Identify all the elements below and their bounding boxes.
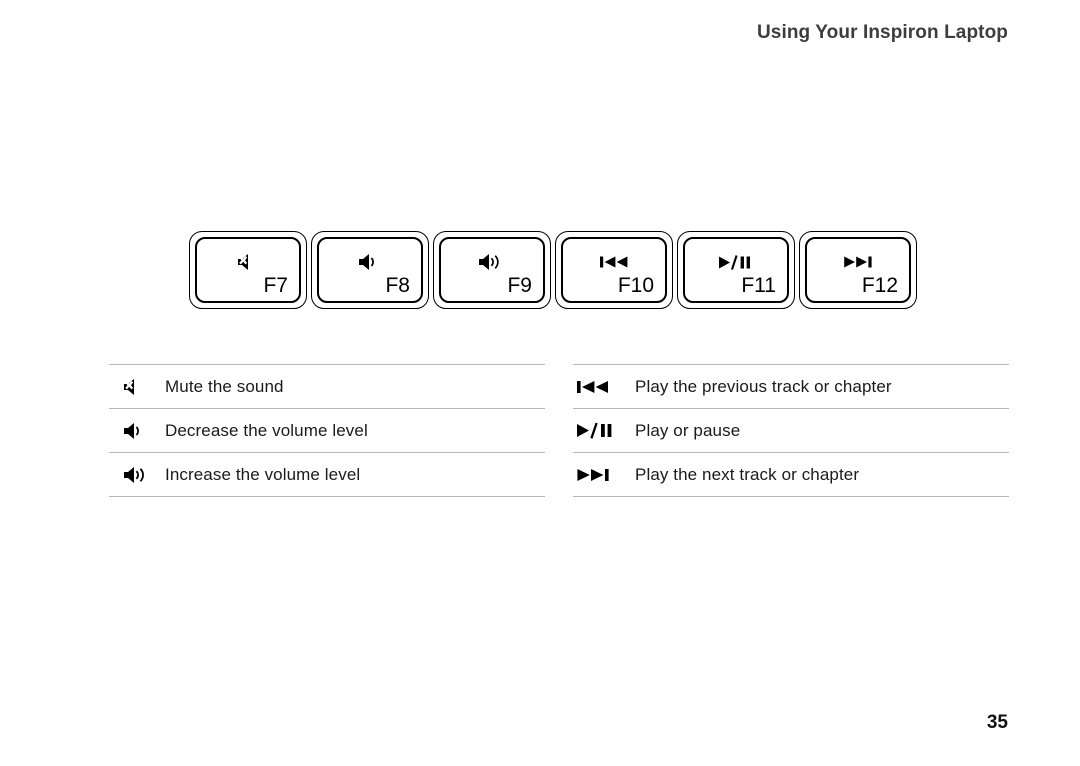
- previous-track-icon: [563, 249, 665, 275]
- key-f7[interactable]: F7: [189, 231, 307, 309]
- key-f12-face: F12: [805, 237, 911, 303]
- table-cell-description: Increase the volume level: [165, 464, 361, 484]
- volume-up-icon: [441, 249, 543, 275]
- page-number: 35: [986, 712, 1008, 733]
- page-title: Using Your Inspiron Laptop: [756, 22, 1008, 43]
- mute-icon: [109, 377, 165, 397]
- table-cell-description: Decrease the volume level: [165, 420, 368, 440]
- key-f12[interactable]: F12: [799, 231, 917, 309]
- table-row: Play the next track or chapter: [573, 453, 1009, 496]
- key-f8-face: F8: [317, 237, 423, 303]
- table-row: Play the previous track or chapter: [573, 365, 1009, 408]
- play-pause-icon: [573, 421, 635, 440]
- key-f10[interactable]: F10: [555, 231, 673, 309]
- table-row: Mute the sound: [109, 365, 545, 408]
- table-row: Play or pause: [573, 409, 1009, 452]
- volume-up-icon: [109, 464, 165, 486]
- next-track-icon: [807, 249, 909, 275]
- table-row: Increase the volume level: [109, 453, 545, 496]
- table-divider: [573, 496, 1009, 497]
- key-f9-face: F9: [439, 237, 545, 303]
- table-cell-description: Play the previous track or chapter: [635, 376, 892, 396]
- mute-icon: [197, 249, 299, 275]
- table-cell-description: Play the next track or chapter: [635, 464, 860, 484]
- next-track-icon: [573, 466, 635, 484]
- table-cell-description: Play or pause: [635, 420, 741, 440]
- previous-track-icon: [573, 378, 635, 396]
- key-f12-label: F12: [861, 274, 898, 297]
- key-f7-face: F7: [195, 237, 301, 303]
- table-divider: [109, 496, 545, 497]
- key-f9[interactable]: F9: [433, 231, 551, 309]
- play-pause-icon: [685, 249, 787, 275]
- table-row: Decrease the volume level: [109, 409, 545, 452]
- key-f11[interactable]: F11: [677, 231, 795, 309]
- key-f10-face: F10: [561, 237, 667, 303]
- key-f8-label: F8: [385, 274, 410, 297]
- key-f11-label: F11: [741, 274, 776, 297]
- media-legend-table: Play the previous track or chapter Play …: [573, 364, 1009, 497]
- key-f11-face: F11: [683, 237, 789, 303]
- key-f10-label: F10: [617, 274, 654, 297]
- key-f9-label: F9: [507, 274, 532, 297]
- volume-down-icon: [319, 249, 421, 275]
- table-cell-description: Mute the sound: [165, 376, 284, 396]
- key-f8[interactable]: F8: [311, 231, 429, 309]
- volume-legend-table: Mute the sound Decrease the volume level…: [109, 364, 545, 497]
- volume-down-icon: [109, 421, 165, 441]
- key-f7-label: F7: [263, 274, 288, 297]
- function-key-row: F7 F8 F9 F10 F11 F12: [189, 231, 917, 309]
